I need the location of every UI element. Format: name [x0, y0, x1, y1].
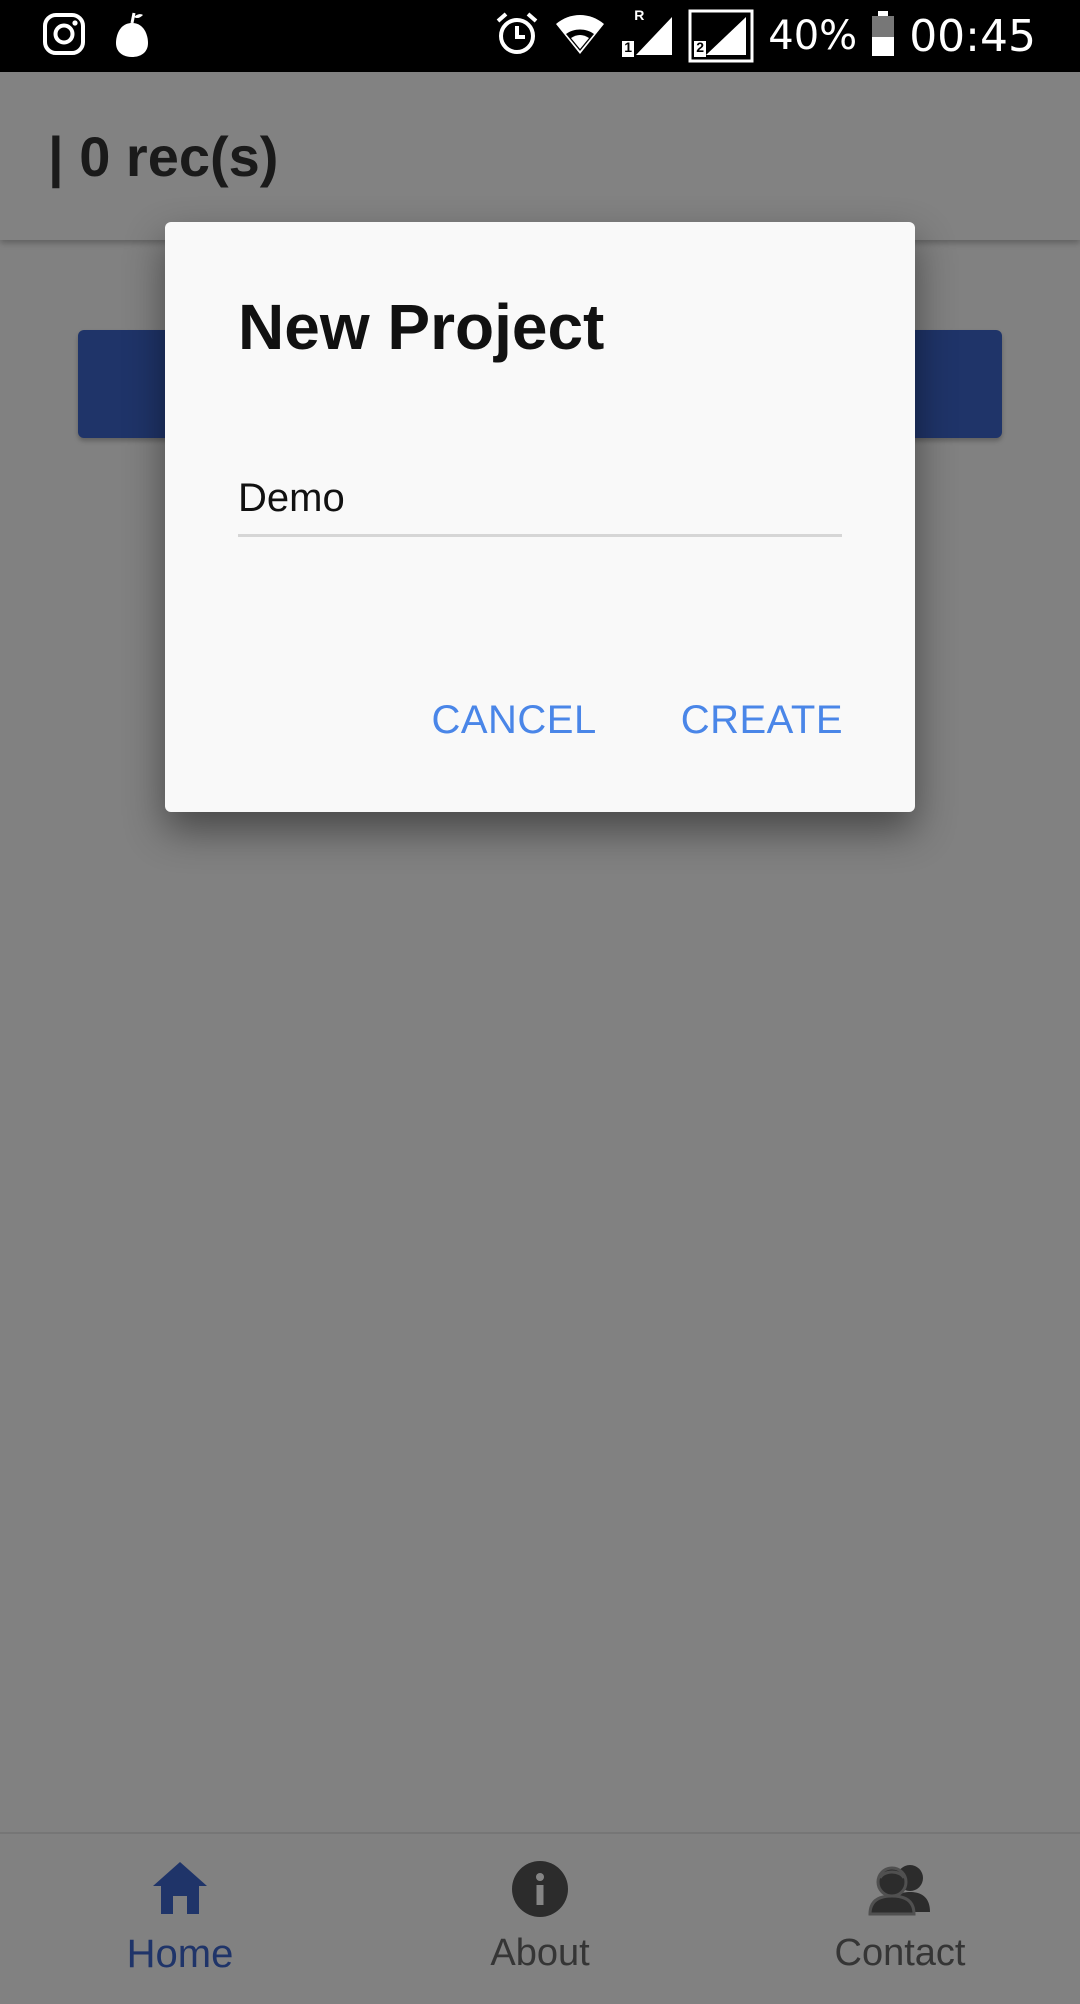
signal-sim1-icon: R 1	[620, 7, 674, 61]
dialog-actions: CANCEL CREATE	[431, 698, 843, 743]
dialog-title: New Project	[238, 291, 605, 363]
instagram-icon	[42, 12, 86, 61]
battery-icon	[871, 10, 895, 62]
battery-percent: 40%	[768, 13, 858, 59]
wifi-icon	[554, 12, 606, 61]
alarm-icon	[494, 11, 540, 62]
project-name-input[interactable]	[238, 462, 842, 537]
sim1-slot-label: 1	[624, 39, 633, 55]
signal-sim2-icon: 2	[688, 9, 754, 63]
cancel-button[interactable]: CANCEL	[431, 698, 596, 743]
sim1-roaming-label: R	[634, 7, 645, 23]
sim2-slot-label: 2	[696, 39, 705, 55]
status-clock: 00:45	[909, 10, 1036, 62]
status-bar: R 1 2 40% 00:45	[0, 0, 1080, 72]
create-button[interactable]: CREATE	[681, 698, 843, 743]
pear-app-icon	[112, 9, 152, 64]
new-project-dialog: New Project CANCEL CREATE	[165, 222, 915, 812]
